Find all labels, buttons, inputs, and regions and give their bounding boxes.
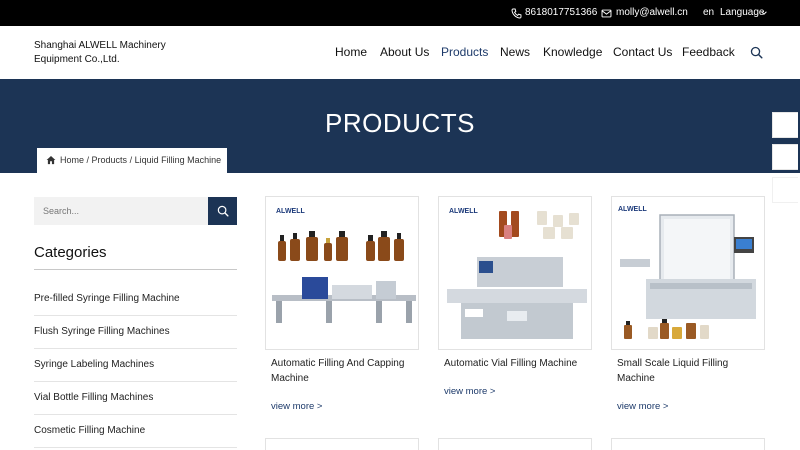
nav-knowledge[interactable]: Knowledge (543, 45, 602, 59)
brand-logo: ALWELL (276, 208, 305, 215)
company-name[interactable]: Shanghai ALWELL Machinery Equipment Co.,… (34, 39, 184, 67)
brand-logo: ALWELL (449, 208, 478, 215)
breadcrumb-separator: / (127, 155, 135, 165)
product-card[interactable] (438, 438, 592, 450)
sidebar-search (34, 197, 208, 225)
nav-products[interactable]: Products (441, 45, 488, 59)
view-more-link[interactable]: view more > (271, 401, 322, 412)
chevron-down-icon[interactable] (760, 9, 768, 17)
language-selector[interactable]: Language (720, 0, 765, 26)
search-icon (217, 205, 229, 217)
category-label: Pre-filled Syringe Filling Machine (34, 293, 180, 304)
category-item[interactable]: Vial Bottle Filling Machines (34, 382, 237, 415)
breadcrumb-products[interactable]: Products (92, 155, 128, 165)
category-label: Vial Bottle Filling Machines (34, 392, 154, 403)
category-item[interactable]: Flush Syringe Filling Machines (34, 316, 237, 349)
breadcrumb: Home / Products / Liquid Filling Machine (37, 148, 227, 173)
email-link[interactable]: molly@alwell.cn (616, 0, 688, 26)
phone-icon (511, 8, 522, 19)
category-label: Flush Syringe Filling Machines (34, 326, 170, 337)
categories-heading: Categories (34, 244, 107, 261)
side-float-button[interactable] (772, 112, 798, 138)
category-label: Syringe Labeling Machines (34, 359, 155, 370)
side-float-button[interactable] (772, 177, 798, 203)
product-image[interactable]: ALWELL (265, 196, 419, 350)
nav-contact-us[interactable]: Contact Us (613, 45, 672, 59)
product-title[interactable]: Small Scale Liquid Filling Machine (617, 356, 762, 386)
top-bar: 8618017751366 molly@alwell.cn en Languag… (0, 0, 800, 26)
nav-news[interactable]: News (500, 45, 530, 59)
divider (34, 269, 237, 270)
product-card[interactable] (611, 438, 765, 450)
phone-number[interactable]: 8618017751366 (525, 0, 597, 26)
category-item[interactable]: Pre-filled Syringe Filling Machine (34, 283, 237, 316)
language-code[interactable]: en (703, 0, 714, 26)
search-button[interactable] (208, 197, 237, 225)
page-title: PRODUCTS (325, 108, 475, 138)
product-title[interactable]: Automatic Vial Filling Machine (444, 356, 589, 371)
search-icon[interactable] (750, 46, 763, 59)
view-more-link[interactable]: view more > (617, 401, 668, 412)
product-image[interactable]: ALWELL (611, 196, 765, 350)
brand-logo: ALWELL (618, 206, 647, 213)
breadcrumb-home[interactable]: Home (60, 155, 84, 165)
nav-home[interactable]: Home (335, 45, 367, 59)
page-banner: PRODUCTS Home / Products / Liquid Fillin… (0, 79, 800, 173)
nav-about-us[interactable]: About Us (380, 45, 429, 59)
side-float-button[interactable] (772, 144, 798, 170)
category-item[interactable]: Syringe Labeling Machines (34, 349, 237, 382)
breadcrumb-current: Liquid Filling Machine (134, 155, 222, 165)
breadcrumb-separator: / (84, 155, 92, 165)
product-card[interactable] (265, 438, 419, 450)
category-item[interactable]: Cosmetic Filling Machine (34, 415, 237, 448)
view-more-link[interactable]: view more > (444, 386, 495, 397)
nav-feedback[interactable]: Feedback (682, 45, 735, 59)
search-input[interactable] (34, 197, 208, 225)
product-title[interactable]: Automatic Filling And Capping Machine (271, 356, 416, 386)
site-header: Shanghai ALWELL Machinery Equipment Co.,… (0, 26, 800, 79)
product-image[interactable]: ALWELL (438, 196, 592, 350)
mail-icon (601, 9, 612, 18)
category-label: Cosmetic Filling Machine (34, 425, 146, 436)
home-icon (46, 155, 56, 165)
